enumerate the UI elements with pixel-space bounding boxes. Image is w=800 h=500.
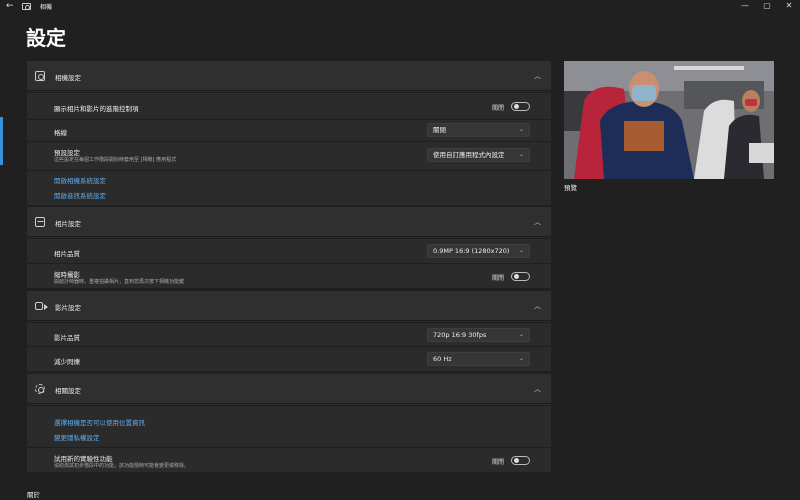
chevron-up-icon[interactable]: ︿ [534, 71, 541, 81]
camera-icon [35, 71, 45, 81]
open-camera-system-settings-link[interactable]: 開啟相機系統設定 [54, 175, 106, 185]
timelapse-row: 縮時攝影 開啟計時器時，重複拍攝相片，直到您再次按下相機功能鍵 關閉 [27, 263, 551, 288]
default-settings-dropdown[interactable]: 使用自訂應用程式內設定 ⌄ [427, 148, 530, 162]
timelapse-description: 開啟計時器時，重複拍攝相片，直到您再次按下相機功能鍵 [54, 279, 185, 285]
photo-settings-header[interactable]: 相片設定 ︿ [27, 207, 551, 237]
video-settings-section: 影片設定 ︿ 影片品質 720p 16:9 30fps ⌄ 減少閃爍 60 Hz… [27, 291, 551, 371]
video-quality-row: 影片品質 720p 16:9 30fps ⌄ [27, 322, 551, 346]
back-arrow-icon[interactable]: ← [6, 1, 14, 11]
experimental-features-toggle[interactable] [511, 456, 530, 465]
gear-icon [35, 384, 45, 394]
advanced-controls-toggle[interactable] [511, 102, 530, 111]
photo-quality-dropdown[interactable]: 0.9MP 16:9 (1280x720) ⌄ [427, 244, 530, 258]
close-icon[interactable]: ✕ [779, 1, 799, 10]
camera-links-row: 開啟相機系統設定 開啟音訊系統設定 [27, 170, 551, 205]
related-settings-header[interactable]: 相關設定 ︿ [27, 374, 551, 404]
default-settings-row: 預設設定 這些設定在每個工作階段開始時套用至 [相機] 應用程式 使用自訂應用程… [27, 141, 551, 170]
title-bar: ← 相機 — ▢ ✕ [0, 0, 800, 14]
chevron-up-icon[interactable]: ︿ [534, 384, 541, 394]
toggle-state-label: 關閉 [492, 459, 505, 466]
chevron-down-icon: ⌄ [518, 355, 524, 362]
experimental-features-row: 試用新的實驗性功能 協助測試初步階段中的功能，該功能隨時可能會變更或移除。 關閉 [27, 447, 551, 472]
dropdown-value: 720p 16:9 30fps [433, 331, 487, 339]
video-quality-dropdown[interactable]: 720p 16:9 30fps ⌄ [427, 328, 530, 342]
flicker-label: 減少閃爍 [54, 358, 80, 366]
advanced-controls-label: 顯示相片和影片的進階控制項 [54, 105, 139, 113]
camera-preview-image [564, 61, 774, 179]
camera-app-icon [22, 3, 31, 10]
chevron-up-icon[interactable]: ︿ [534, 217, 541, 227]
flicker-dropdown[interactable]: 60 Hz ⌄ [427, 352, 530, 366]
chevron-up-icon[interactable]: ︿ [534, 301, 541, 311]
section-title: 相機設定 [55, 74, 81, 82]
focus-indicator [0, 117, 3, 165]
grid-dropdown[interactable]: 關閉 ⌄ [427, 123, 530, 137]
camera-settings-section: 相機設定 ︿ 顯示相片和影片的進階控制項 關閉 格線 關閉 ⌄ 預設設定 這些設… [27, 61, 551, 205]
photo-settings-section: 相片設定 ︿ 相片品質 0.9MP 16:9 (1280x720) ⌄ 縮時攝影… [27, 207, 551, 288]
video-settings-header[interactable]: 影片設定 ︿ [27, 291, 551, 321]
photo-quality-label: 相片品質 [54, 250, 80, 258]
chevron-down-icon: ⌄ [518, 151, 524, 158]
related-links-row: 選擇相機是否可以使用位置資訊 變更隱私權設定 [27, 405, 551, 447]
maximize-icon[interactable]: ▢ [757, 1, 777, 10]
video-icon [35, 302, 48, 310]
photo-quality-row: 相片品質 0.9MP 16:9 (1280x720) ⌄ [27, 238, 551, 263]
open-audio-system-settings-link[interactable]: 開啟音訊系統設定 [54, 190, 106, 200]
experimental-features-description: 協助測試初步階段中的功能，該功能隨時可能會變更或移除。 [54, 463, 190, 469]
toggle-state-label: 關閉 [492, 275, 505, 282]
advanced-controls-row: 顯示相片和影片的進階控制項 關閉 [27, 92, 551, 119]
preview-scene [564, 61, 774, 179]
timelapse-toggle[interactable] [511, 272, 530, 281]
dropdown-value: 60 Hz [433, 355, 452, 363]
toggle-state-label: 關閉 [492, 105, 505, 112]
chevron-down-icon: ⌄ [518, 126, 524, 133]
grid-label: 格線 [54, 129, 67, 137]
location-permission-link[interactable]: 選擇相機是否可以使用位置資訊 [54, 417, 145, 427]
photo-icon [35, 217, 45, 227]
dropdown-value: 使用自訂應用程式內設定 [433, 151, 505, 159]
chevron-down-icon: ⌄ [518, 331, 524, 338]
default-settings-description: 這些設定在每個工作階段開始時套用至 [相機] 應用程式 [54, 157, 177, 163]
section-title: 相關設定 [55, 387, 81, 395]
camera-settings-header[interactable]: 相機設定 ︿ [27, 61, 551, 91]
dropdown-value: 關閉 [433, 126, 446, 134]
section-title: 影片設定 [55, 304, 81, 312]
video-quality-label: 影片品質 [54, 334, 80, 342]
page-title: 設定 [26, 26, 66, 50]
dropdown-value: 0.9MP 16:9 (1280x720) [433, 247, 510, 255]
about-heading: 關於 [27, 491, 40, 499]
chevron-down-icon: ⌄ [518, 247, 524, 254]
app-title: 相機 [40, 4, 53, 11]
minimize-icon[interactable]: — [735, 1, 755, 10]
grid-row: 格線 關閉 ⌄ [27, 119, 551, 141]
section-title: 相片設定 [55, 220, 81, 228]
privacy-settings-link[interactable]: 變更隱私權設定 [54, 432, 100, 442]
preview-label: 預覽 [564, 184, 577, 192]
flicker-row: 減少閃爍 60 Hz ⌄ [27, 346, 551, 371]
related-settings-section: 相關設定 ︿ 選擇相機是否可以使用位置資訊 變更隱私權設定 試用新的實驗性功能 … [27, 374, 551, 472]
